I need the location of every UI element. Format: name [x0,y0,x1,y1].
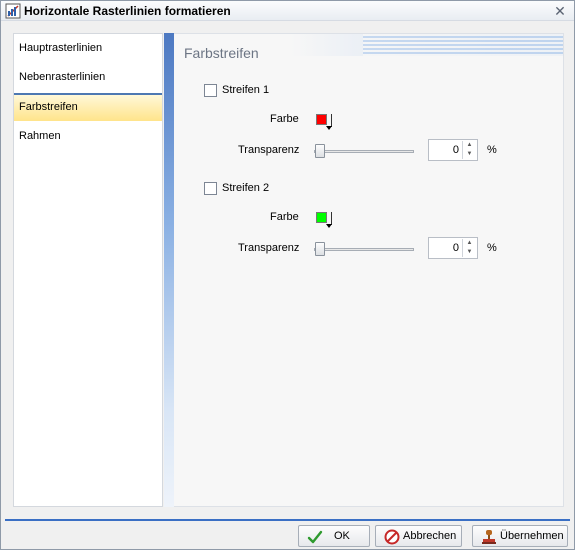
stripe1-color-swatch [316,114,327,125]
cancel-button-label: Abbrechen [403,530,457,542]
stripe2-transparency-slider[interactable] [314,242,414,256]
category-nav: Hauptrasterlinien Nebenrasterlinien Farb… [13,33,163,507]
apply-button-label: Übernehmen [500,530,564,542]
stripe2-transparency-spinner[interactable]: 0 ▲ ▼ [428,237,478,259]
ok-button[interactable]: OK [298,525,370,547]
nav-item-farbstreifen[interactable]: Farbstreifen [14,93,162,121]
slider-track [314,248,414,251]
stripe1-color-label: Farbe [270,113,299,125]
nav-item-label: Hauptrasterlinien [19,42,103,54]
stripe1-transparency-slider[interactable] [314,144,414,158]
stripe1-color-picker[interactable] [314,112,332,130]
cancel-button[interactable]: Abbrechen [375,525,462,547]
cancel-icon [384,529,400,545]
ok-button-label: OK [334,530,350,542]
stripe1-transparency-spinner[interactable]: 0 ▲ ▼ [428,139,478,161]
nav-item-label: Nebenrasterlinien [19,71,106,83]
stripe2-color-picker[interactable] [314,210,332,228]
chevron-down-icon [326,224,332,228]
spinner-down-icon[interactable]: ▼ [462,248,476,257]
dialog-window: Horizontale Rasterlinien formatieren ✕ H… [0,0,575,550]
checkmark-icon [307,530,323,544]
stripe1-unit: % [487,144,497,156]
nav-item-label: Rahmen [19,130,61,142]
stripe2-transparency-label: Transparenz [238,242,300,254]
stripe1-checkbox[interactable] [204,84,217,97]
spinner-value: 0 [452,242,459,254]
stripe2-label: Streifen 2 [222,182,270,194]
window-title: Horizontale Rasterlinien formatieren [24,4,231,18]
stripe1-label: Streifen 1 [222,84,270,96]
header-decoration [363,34,563,56]
accent-bar [164,33,174,507]
close-icon[interactable]: ✕ [552,3,568,19]
stripe1-transparency-label: Transparenz [238,144,300,156]
stripe2-color-swatch [316,212,327,223]
title-bar[interactable]: Horizontale Rasterlinien formatieren ✕ [1,1,574,21]
slider-thumb[interactable] [315,242,325,256]
nav-item-label: Farbstreifen [19,101,78,113]
spinner-up-icon[interactable]: ▲ [462,141,476,150]
stripe2-color-label: Farbe [270,211,299,223]
nav-item-rahmen[interactable]: Rahmen [14,122,162,150]
section-title: Farbstreifen [184,45,259,61]
slider-thumb[interactable] [315,144,325,158]
nav-item-hauptrasterlinien[interactable]: Hauptrasterlinien [14,34,162,62]
chevron-down-icon [326,126,332,130]
spinner-up-icon[interactable]: ▲ [462,239,476,248]
spinner-down-icon[interactable]: ▼ [462,150,476,159]
stamp-icon [482,530,496,544]
slider-track [314,150,414,153]
stripe2-unit: % [487,242,497,254]
nav-item-nebenrasterlinien[interactable]: Nebenrasterlinien [14,63,162,91]
apply-button[interactable]: Übernehmen [472,525,568,547]
content-panel: Farbstreifen Streifen 1 Farbe Transparen… [174,33,564,507]
chart-grid-icon [5,3,21,19]
spinner-value: 0 [452,144,459,156]
stripe2-checkbox[interactable] [204,182,217,195]
footer-divider [5,519,570,521]
